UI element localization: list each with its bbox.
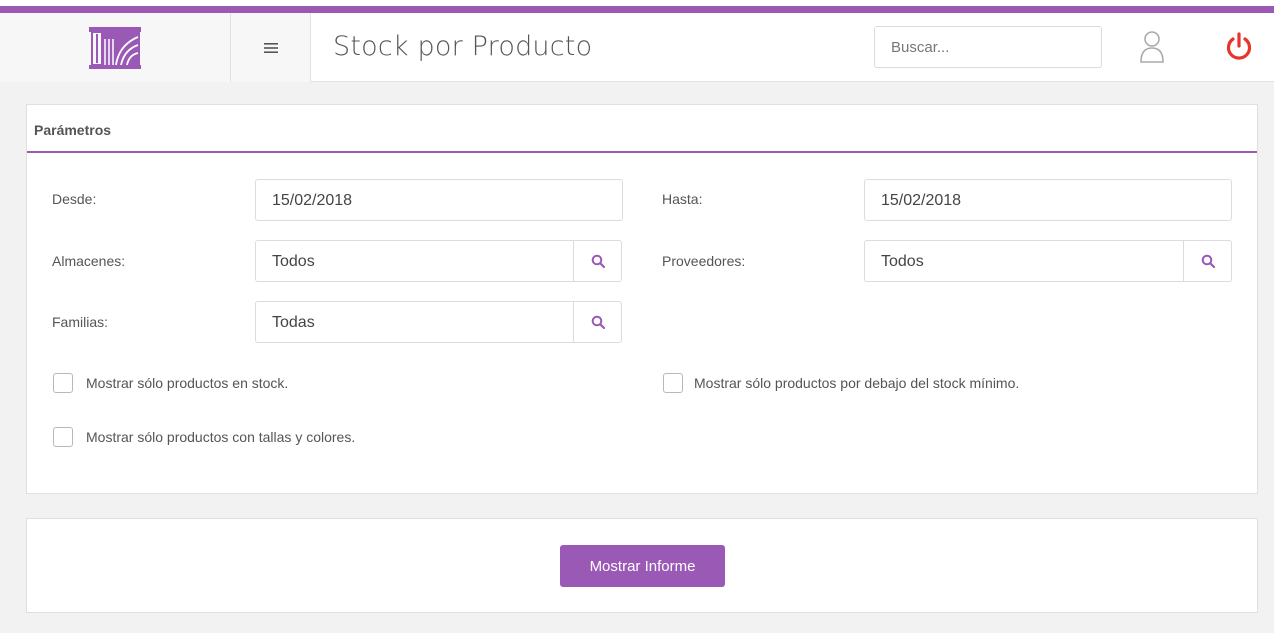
search-icon bbox=[591, 315, 605, 329]
user-icon bbox=[1140, 31, 1164, 63]
checkbox-tallas-colores[interactable] bbox=[53, 427, 73, 447]
familias-field[interactable]: Todas bbox=[255, 301, 622, 343]
checkbox-label-debajo-stock-minimo: Mostrar sólo productos por debajo del st… bbox=[694, 375, 1020, 391]
logo[interactable] bbox=[0, 13, 231, 82]
proveedores-field[interactable]: Todos bbox=[864, 240, 1232, 282]
building-logo-icon bbox=[89, 26, 141, 69]
familias-search-button[interactable] bbox=[573, 302, 621, 342]
power-icon bbox=[1226, 32, 1252, 60]
almacenes-field[interactable]: Todos bbox=[255, 240, 622, 282]
proveedores-value: Todos bbox=[881, 253, 924, 270]
search-icon bbox=[1201, 254, 1215, 268]
checkbox-label-tallas-colores: Mostrar sólo productos con tallas y colo… bbox=[86, 429, 356, 445]
top-bar: Stock por Producto bbox=[0, 6, 1274, 82]
show-report-button[interactable]: Mostrar Informe bbox=[560, 545, 725, 587]
checkbox-debajo-stock-minimo[interactable] bbox=[663, 373, 683, 393]
almacenes-label: Almacenes: bbox=[52, 253, 126, 269]
familias-label: Familias: bbox=[52, 314, 109, 330]
user-button[interactable] bbox=[1138, 29, 1166, 65]
checkbox-solo-en-stock[interactable] bbox=[53, 373, 73, 393]
panel-title: Parámetros bbox=[34, 122, 112, 138]
actions-panel: Mostrar Informe bbox=[26, 518, 1258, 613]
almacenes-value: Todos bbox=[272, 253, 315, 270]
desde-label: Desde: bbox=[52, 191, 97, 207]
checkbox-label-solo-en-stock: Mostrar sólo productos en stock. bbox=[86, 375, 289, 391]
hasta-value: 15/02/2018 bbox=[881, 192, 962, 209]
desde-field[interactable]: 15/02/2018 bbox=[255, 179, 623, 221]
hasta-label: Hasta: bbox=[662, 191, 703, 207]
panel-header: Parámetros bbox=[27, 105, 1257, 153]
page-title: Stock por Producto bbox=[333, 31, 593, 62]
familias-value: Todas bbox=[272, 314, 315, 331]
almacenes-search-button[interactable] bbox=[573, 241, 621, 281]
desde-value: 15/02/2018 bbox=[272, 192, 353, 209]
hasta-field[interactable]: 15/02/2018 bbox=[864, 179, 1232, 221]
proveedores-label: Proveedores: bbox=[662, 253, 746, 269]
search-input[interactable] bbox=[874, 26, 1102, 68]
proveedores-search-button[interactable] bbox=[1183, 241, 1231, 281]
parameters-panel: Parámetros Desde: 15/02/2018 Hasta: 15/0… bbox=[26, 104, 1258, 494]
hamburger-icon bbox=[263, 42, 278, 53]
menu-toggle-button[interactable] bbox=[231, 13, 311, 82]
logout-button[interactable] bbox=[1224, 31, 1254, 63]
search-icon bbox=[591, 254, 605, 268]
